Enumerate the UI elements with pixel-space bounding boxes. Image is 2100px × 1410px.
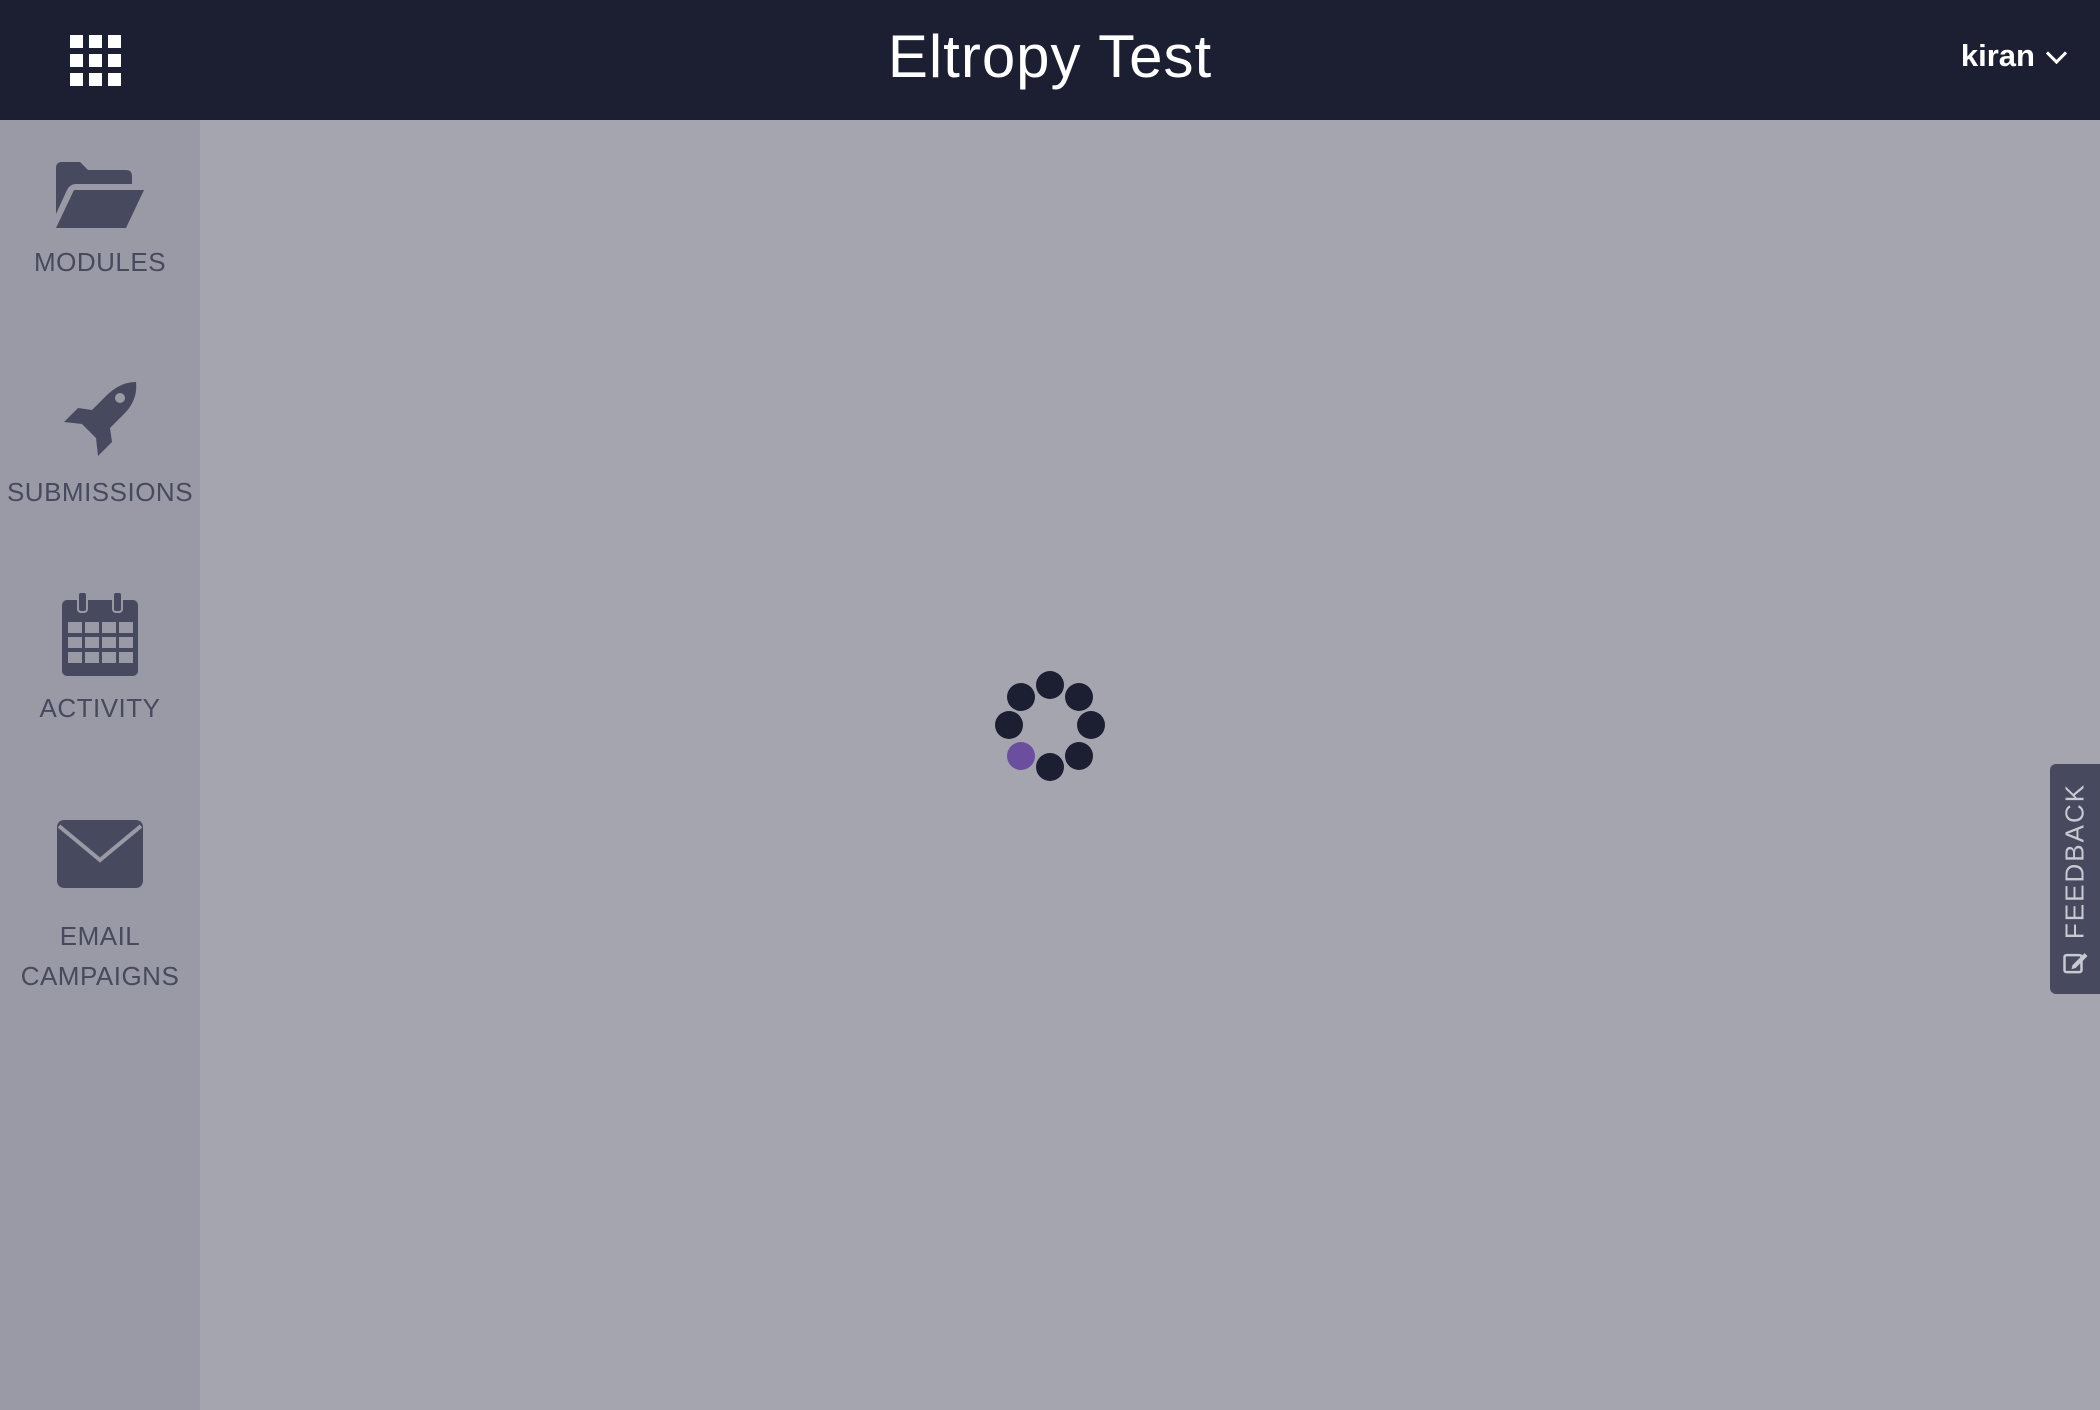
folder-open-icon <box>56 162 144 228</box>
calendar-icon <box>62 592 138 676</box>
sidebar-item-modules[interactable]: MODULES <box>0 162 200 282</box>
feedback-tab[interactable]: FEEDBACK <box>2050 764 2100 994</box>
top-bar: Eltropy Test kiran <box>0 0 2100 120</box>
sidebar-item-label: SUBMISSIONS <box>6 477 194 507</box>
sidebar-item-email-campaigns[interactable]: EMAIL CAMPAIGNS <box>0 820 200 996</box>
feedback-label: FEEDBACK <box>2059 782 2090 940</box>
rocket-icon <box>64 382 137 456</box>
chevron-down-icon[interactable] <box>2045 42 2068 64</box>
feedback-inner: FEEDBACK <box>2060 783 2091 975</box>
sidebar-item-submissions[interactable]: SUBMISSIONS <box>0 378 200 512</box>
edit-icon <box>2062 953 2087 974</box>
main-content <box>200 120 2100 1410</box>
sidebar-item-activity[interactable]: ACTIVITY <box>0 592 200 728</box>
sidebar-item-label-line1: EMAIL <box>59 921 141 951</box>
envelope-icon <box>57 820 143 888</box>
sidebar-item-label: ACTIVITY <box>39 693 161 723</box>
user-menu[interactable]: kiran <box>1961 38 2068 74</box>
app-title: Eltropy Test <box>887 23 1213 90</box>
loading-spinner-icon <box>995 671 1105 781</box>
app-root: Eltropy Test kiran MODULES SUBMISSIONS A… <box>0 0 2100 1410</box>
sidebar-item-label: MODULES <box>33 247 167 277</box>
sidebar: MODULES SUBMISSIONS ACTIVITY EMAIL CAMPA… <box>0 120 200 1410</box>
user-name[interactable]: kiran <box>1961 38 2035 74</box>
sidebar-item-label-line2: CAMPAIGNS <box>20 961 180 991</box>
